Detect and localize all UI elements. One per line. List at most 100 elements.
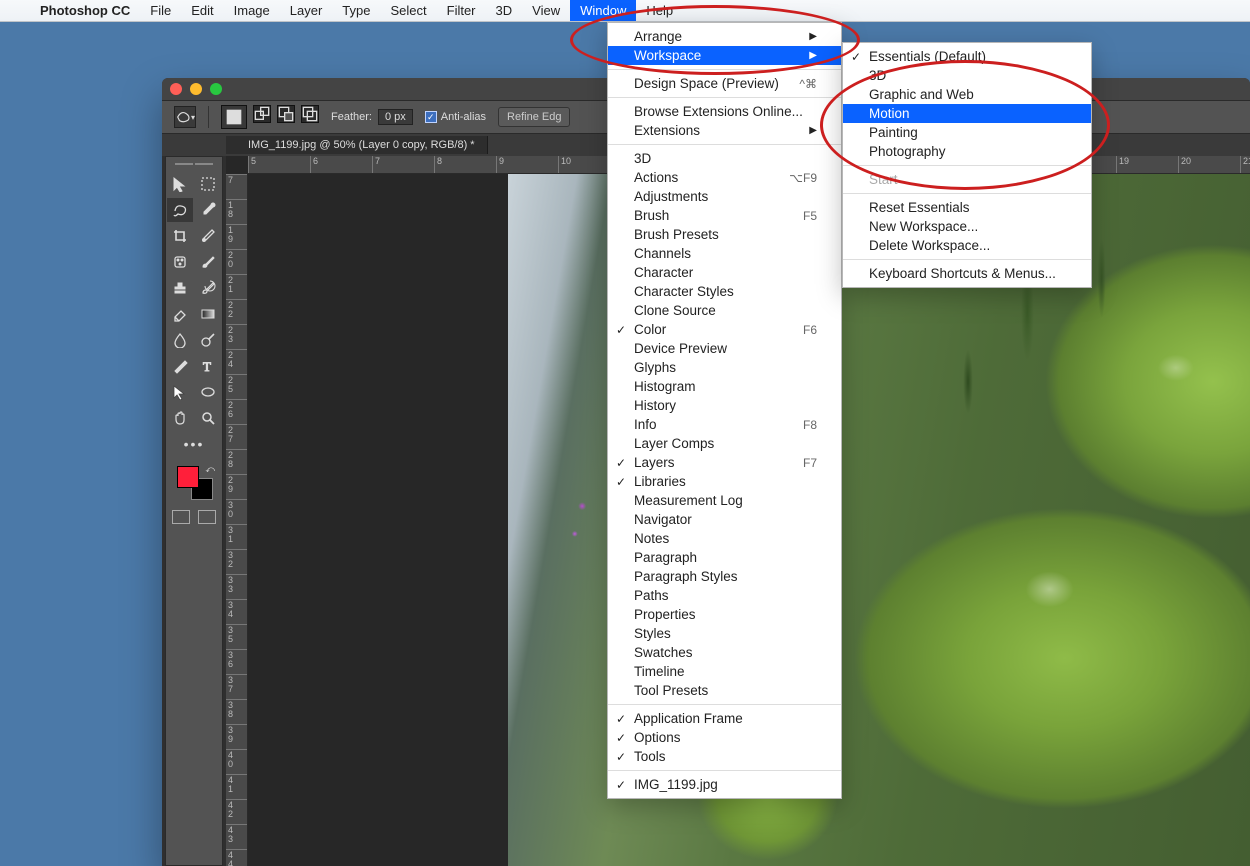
menu-workspace-photography[interactable]: Photography	[843, 142, 1091, 161]
menubar-item-window[interactable]: Window	[570, 0, 636, 21]
menu-paragraph-styles[interactable]: Paragraph Styles	[608, 567, 841, 586]
menu-color[interactable]: ✓ColorF6	[608, 320, 841, 339]
tool-heal[interactable]	[167, 250, 193, 274]
tool-history[interactable]	[195, 276, 221, 300]
menu-layers[interactable]: ✓LayersF7	[608, 453, 841, 472]
quickmask-icon[interactable]	[172, 510, 190, 524]
foreground-color[interactable]	[177, 466, 199, 488]
menu-clone-source[interactable]: Clone Source	[608, 301, 841, 320]
menu-application-frame[interactable]: ✓Application Frame	[608, 709, 841, 728]
menu-layer-comps[interactable]: Layer Comps	[608, 434, 841, 453]
menu-design-space[interactable]: Design Space (Preview)^⌘	[608, 74, 841, 93]
edit-toolbar-button[interactable]: •••	[184, 436, 205, 452]
add-selection-icon[interactable]	[253, 105, 271, 123]
tool-marquee[interactable]	[195, 172, 221, 196]
minimize-button[interactable]	[190, 83, 202, 95]
screenmode-icon[interactable]	[198, 510, 216, 524]
menu-measurement-log[interactable]: Measurement Log	[608, 491, 841, 510]
tool-brush[interactable]	[195, 250, 221, 274]
color-swatches[interactable]: ⤺	[175, 466, 213, 500]
toolbox-grip[interactable]	[174, 163, 214, 169]
tool-crop[interactable]	[167, 224, 193, 248]
tool-zoom[interactable]	[195, 406, 221, 430]
tool-shape[interactable]	[195, 380, 221, 404]
menu-notes[interactable]: Notes	[608, 529, 841, 548]
menu-paragraph[interactable]: Paragraph	[608, 548, 841, 567]
menu-workspace-graphic-and-web[interactable]: Graphic and Web	[843, 85, 1091, 104]
zoom-button[interactable]	[210, 83, 222, 95]
menubar-item-select[interactable]: Select	[380, 0, 436, 21]
menu-info[interactable]: InfoF8	[608, 415, 841, 434]
menu-tools[interactable]: ✓Tools	[608, 747, 841, 766]
menu-character-styles[interactable]: Character Styles	[608, 282, 841, 301]
menu-keyboard-shortcuts[interactable]: Keyboard Shortcuts & Menus...	[843, 264, 1091, 283]
menu-properties[interactable]: Properties	[608, 605, 841, 624]
menu-browse-extensions[interactable]: Browse Extensions Online...	[608, 102, 841, 121]
tool-hand[interactable]	[167, 406, 193, 430]
menu-styles[interactable]: Styles	[608, 624, 841, 643]
anti-alias-checkbox[interactable]: Anti-alias	[425, 111, 486, 123]
menu-open-document[interactable]: ✓IMG_1199.jpg	[608, 775, 841, 794]
menu-workspace-essentials-default-[interactable]: ✓Essentials (Default)	[843, 47, 1091, 66]
menu-workspace-motion[interactable]: Motion	[843, 104, 1091, 123]
menu-tool-presets[interactable]: Tool Presets	[608, 681, 841, 700]
tool-path[interactable]	[167, 380, 193, 404]
tool-frame[interactable]	[195, 224, 221, 248]
menu-swatches[interactable]: Swatches	[608, 643, 841, 662]
menu-libraries[interactable]: ✓Libraries	[608, 472, 841, 491]
refine-edge-button[interactable]: Refine Edg	[498, 107, 570, 127]
menu-3d[interactable]: 3D	[608, 149, 841, 168]
tool-blur[interactable]	[167, 328, 193, 352]
tool-dodge[interactable]	[195, 328, 221, 352]
menubar-item-help[interactable]: Help	[636, 0, 683, 21]
menu-extensions[interactable]: Extensions▶	[608, 121, 841, 140]
app-name[interactable]: Photoshop CC	[30, 3, 140, 18]
menu-histogram[interactable]: Histogram	[608, 377, 841, 396]
menu-arrange[interactable]: Arrange▶	[608, 27, 841, 46]
menu-actions[interactable]: Actions⌥F9	[608, 168, 841, 187]
menubar-item-file[interactable]: File	[140, 0, 181, 21]
swap-colors-icon[interactable]: ⤺	[205, 464, 215, 475]
menubar-item-image[interactable]: Image	[224, 0, 280, 21]
tool-pen[interactable]	[167, 354, 193, 378]
menubar-item-layer[interactable]: Layer	[280, 0, 333, 21]
menu-timeline[interactable]: Timeline	[608, 662, 841, 681]
menu-workspace-3d[interactable]: 3D	[843, 66, 1091, 85]
menu-channels[interactable]: Channels	[608, 244, 841, 263]
menu-glyphs[interactable]: Glyphs	[608, 358, 841, 377]
menu-workspace-delete-workspace-[interactable]: Delete Workspace...	[843, 236, 1091, 255]
menu-workspace-painting[interactable]: Painting	[843, 123, 1091, 142]
menu-adjustments[interactable]: Adjustments	[608, 187, 841, 206]
menu-character[interactable]: Character	[608, 263, 841, 282]
menu-options[interactable]: ✓Options	[608, 728, 841, 747]
menu-workspace[interactable]: Workspace▶	[608, 46, 841, 65]
menubar-item-filter[interactable]: Filter	[437, 0, 486, 21]
ruler-vertical[interactable]: 7181920212223242526272829303132333435363…	[226, 174, 248, 866]
menu-brush-presets[interactable]: Brush Presets	[608, 225, 841, 244]
menu-workspace-new-workspace-[interactable]: New Workspace...	[843, 217, 1091, 236]
new-selection-icon[interactable]	[221, 105, 247, 129]
menu-device-preview[interactable]: Device Preview	[608, 339, 841, 358]
tool-eyedropper[interactable]	[195, 198, 221, 222]
tool-preset-icon[interactable]: ▾	[174, 106, 196, 128]
menu-workspace-reset-essentials[interactable]: Reset Essentials	[843, 198, 1091, 217]
subtract-selection-icon[interactable]	[277, 105, 295, 123]
document-tab[interactable]: IMG_1199.jpg @ 50% (Layer 0 copy, RGB/8)…	[226, 136, 488, 154]
tool-type[interactable]: T	[195, 354, 221, 378]
tool-eraser[interactable]	[167, 302, 193, 326]
tool-move[interactable]	[167, 172, 193, 196]
menubar-item-view[interactable]: View	[522, 0, 570, 21]
tool-stamp[interactable]	[167, 276, 193, 300]
menu-brush[interactable]: BrushF5	[608, 206, 841, 225]
feather-input[interactable]: 0 px	[378, 109, 413, 125]
tool-lasso[interactable]	[167, 198, 193, 222]
intersect-selection-icon[interactable]	[301, 105, 319, 123]
menubar-item-3d[interactable]: 3D	[486, 0, 523, 21]
tool-gradient[interactable]	[195, 302, 221, 326]
menu-history[interactable]: History	[608, 396, 841, 415]
menu-navigator[interactable]: Navigator	[608, 510, 841, 529]
close-button[interactable]	[170, 83, 182, 95]
menubar-item-type[interactable]: Type	[332, 0, 380, 21]
menu-paths[interactable]: Paths	[608, 586, 841, 605]
menubar-item-edit[interactable]: Edit	[181, 0, 223, 21]
